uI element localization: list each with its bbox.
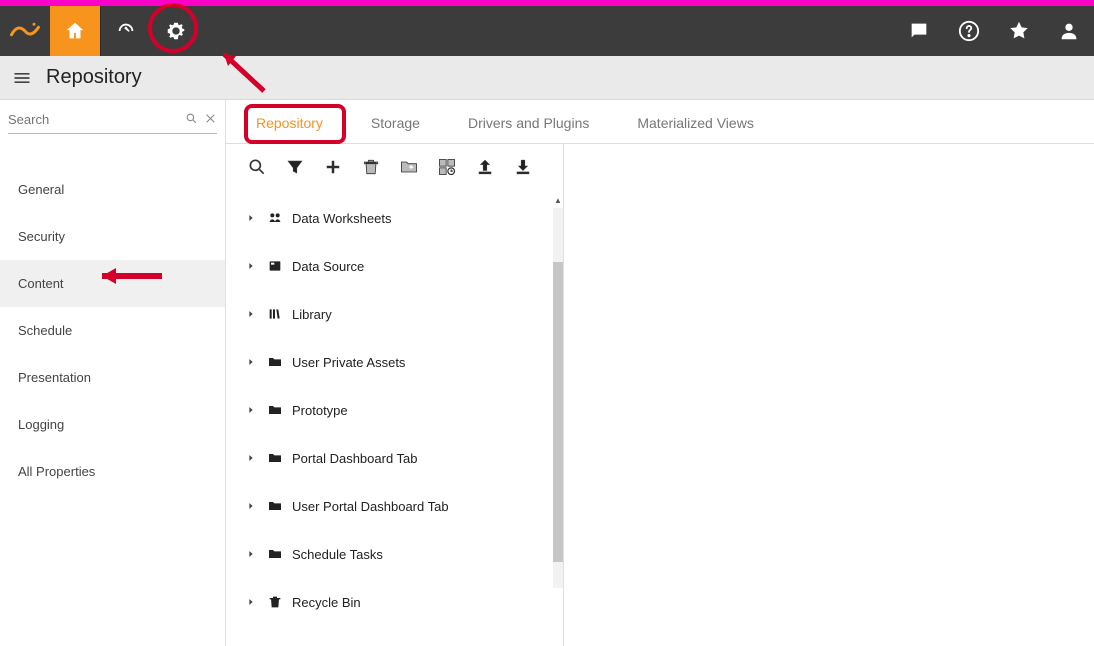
page-header: Repository [0,56,1094,100]
tree-item[interactable]: User Portal Dashboard Tab [226,482,563,530]
sidebar-item-content[interactable]: Content [0,260,225,307]
chevron-right-icon[interactable] [246,309,258,319]
sidebar-item-label: Security [18,229,65,244]
sidebar-item-label: All Properties [18,464,95,479]
folder-icon [266,497,284,515]
search-row [8,106,217,134]
folder-icon [266,449,284,467]
toolbar [226,144,563,190]
tree-item-label: Prototype [292,403,348,418]
tree-item-label: Data Source [292,259,364,274]
grid-time-button [436,156,458,178]
sidebar-item-label: Logging [18,417,64,432]
tree-item[interactable]: Recycle Bin [226,578,563,626]
chevron-right-icon[interactable] [246,213,258,223]
scrollbar[interactable]: ▲ [553,208,563,588]
tree-item-label: Library [292,307,332,322]
chevron-right-icon[interactable] [246,261,258,271]
chevron-right-icon[interactable] [246,597,258,607]
tree-item-label: User Portal Dashboard Tab [292,499,449,514]
menu-icon[interactable] [12,67,34,89]
folder-icon [266,545,284,563]
star-button[interactable] [994,6,1044,56]
tabs: Repository Storage Drivers and Plugins Mate… [226,100,1094,144]
tree-item[interactable]: Prototype [226,386,563,434]
tab-materialized-views[interactable]: Materialized Views [631,105,759,143]
gauge-button[interactable] [101,6,151,56]
datasource-icon [266,257,284,275]
folder-icon [266,353,284,371]
scroll-thumb[interactable] [553,262,563,562]
tree-item[interactable]: Data Source [226,242,563,290]
sidebar-item-label: General [18,182,64,197]
tree-item[interactable]: Schedule Tasks [226,530,563,578]
sidebar-item-security[interactable]: Security [0,213,225,260]
tree-item-label: Portal Dashboard Tab [292,451,418,466]
top-nav [0,6,1094,56]
folder-icon [266,401,284,419]
chevron-right-icon[interactable] [246,501,258,511]
sidebar: General Security Content Schedule Presentati… [0,100,226,646]
chevron-right-icon[interactable] [246,357,258,367]
search-input[interactable] [8,110,185,129]
sidebar-item-general[interactable]: General [0,166,225,213]
tree-item[interactable]: Library [226,290,563,338]
settings-button[interactable] [151,6,201,56]
tree-item-label: User Private Assets [292,355,405,370]
chat-button[interactable] [894,6,944,56]
chevron-right-icon[interactable] [246,453,258,463]
search-icon[interactable] [185,112,198,128]
chevron-right-icon[interactable] [246,549,258,559]
page-title: Repository [46,66,142,89]
tree-item-label: Schedule Tasks [292,547,383,562]
tree-item[interactable]: User Private Assets [226,338,563,386]
tab-drivers-and-plugins[interactable]: Drivers and Plugins [462,105,595,143]
help-button[interactable] [944,6,994,56]
library-icon [266,305,284,323]
sidebar-item-schedule[interactable]: Schedule [0,307,225,354]
search-button[interactable] [246,156,268,178]
upload-button[interactable] [474,156,496,178]
download-button[interactable] [512,156,534,178]
worksheet-icon [266,209,284,227]
tree-list: Data Worksheets Data Source Library User Pr… [226,190,563,646]
add-button[interactable] [322,156,344,178]
brand-logo [0,6,50,56]
filter-button[interactable] [284,156,306,178]
tree-item[interactable]: Data Worksheets [226,194,563,242]
chevron-right-icon[interactable] [246,405,258,415]
home-button[interactable] [50,6,100,56]
tree-item[interactable]: Portal Dashboard Tab [226,434,563,482]
sidebar-item-label: Presentation [18,370,91,385]
sidebar-item-all-properties[interactable]: All Properties [0,448,225,495]
trash-button [360,156,382,178]
clear-search-icon[interactable] [204,112,217,128]
sidebar-item-label: Schedule [18,323,72,338]
tab-repository[interactable]: Repository [250,105,329,143]
folder-move-button [398,156,420,178]
recycle-icon [266,593,284,611]
tree-item-label: Recycle Bin [292,595,361,610]
tab-storage[interactable]: Storage [365,105,426,143]
detail-pane [564,144,1094,646]
tree-pane: Data Worksheets Data Source Library User Pr… [226,144,564,646]
sidebar-item-presentation[interactable]: Presentation [0,354,225,401]
sidebar-item-logging[interactable]: Logging [0,401,225,448]
account-button[interactable] [1044,6,1094,56]
tree-item-label: Data Worksheets [292,211,391,226]
sidebar-item-label: Content [18,276,64,291]
